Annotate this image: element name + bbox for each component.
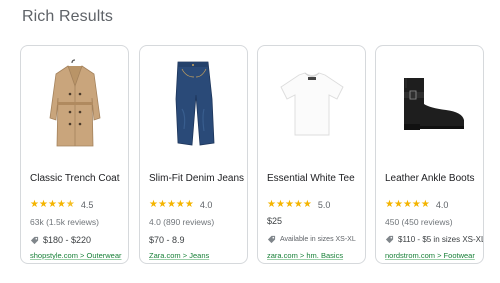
review-count: 4.0 (890 reviews) [149,217,215,227]
review-count: 450 (450 reviews) [385,217,453,227]
denim-jeans-image[interactable] [150,56,238,151]
rich-results-carousel: Classic Trench Coat ★ ★ ★ ★ ★ 4.5 63k (1.5k … [20,45,484,265]
price-range: $180 - $220 [43,235,92,245]
product-name[interactable]: Slim-Fit Denim Jeans [149,172,245,185]
source-link[interactable]: nordstrom.com > Footwear [385,251,475,260]
rating-row: ★ ★ ★ ★ ★ 5.0 [267,199,330,210]
source-link[interactable]: shopstyle.com > Outerwear [30,251,122,260]
price-row: $110 - $5 in sizes XS-XL [385,235,484,244]
price-range: $110 - $5 in sizes XS-XL [398,235,484,244]
rating-row: ★ ★ ★ ★ ★ 4.0 [149,199,212,210]
trench-coat-image[interactable] [31,56,119,151]
price-range: $70 - 8.9 [149,235,185,245]
price-tag-icon [385,235,394,244]
size-availability: Available in sizes XS-XL [280,236,356,243]
product-name[interactable]: Essential White Tee [267,172,363,185]
product-card-white-tee[interactable]: Essential White Tee ★ ★ ★ ★ ★ 5.0 $25 Availa… [257,45,366,264]
white-tee-image[interactable] [268,56,356,151]
rating-value: 4.0 [199,199,213,210]
star-rating-icon: ★ ★ ★ ★ ★ [149,198,194,210]
price-tag-icon [30,236,39,244]
ankle-boots-image[interactable] [386,56,474,151]
review-count: 63k (1.5k reviews) [30,217,99,227]
rating-row: ★ ★ ★ ★ ★ 4.5 [30,199,93,210]
star-rating-icon: ★ ★ ★ ★ ★ [385,198,430,210]
product-card-ankle-boots[interactable]: Leather Ankle Boots ★ ★ ★ ★ ★ 4.0 450 (450 r… [375,45,484,264]
rating-row: ★ ★ ★ ★ ★ 4.0 [385,199,448,210]
star-rating-icon: ★ ★ ★ ★ ★ [30,198,75,210]
price-row: Available in sizes XS-XL [267,235,356,244]
rating-value: 5.0 [317,199,331,210]
product-card-denim-jeans[interactable]: Slim-Fit Denim Jeans ★ ★ ★ ★ ★ 4.0 4.0 (890 … [139,45,248,264]
page-title: Rich Results [22,8,114,25]
star-rating-icon: ★ ★ ★ ★ ★ [267,198,312,210]
price-row: $70 - 8.9 [149,235,185,245]
price-tag-icon [267,235,276,244]
price: $25 [267,216,283,226]
product-name[interactable]: Leather Ankle Boots [385,172,481,185]
product-name[interactable]: Classic Trench Coat [30,172,126,185]
rating-value: 4.5 [80,199,94,210]
source-link[interactable]: zara.com > hm. Basics [267,251,343,260]
product-card-trench-coat[interactable]: Classic Trench Coat ★ ★ ★ ★ ★ 4.5 63k (1.5k … [20,45,129,264]
rating-value: 4.0 [435,199,449,210]
price-row: $180 - $220 [30,235,91,245]
source-link[interactable]: Zara.com > Jeans [149,251,209,260]
